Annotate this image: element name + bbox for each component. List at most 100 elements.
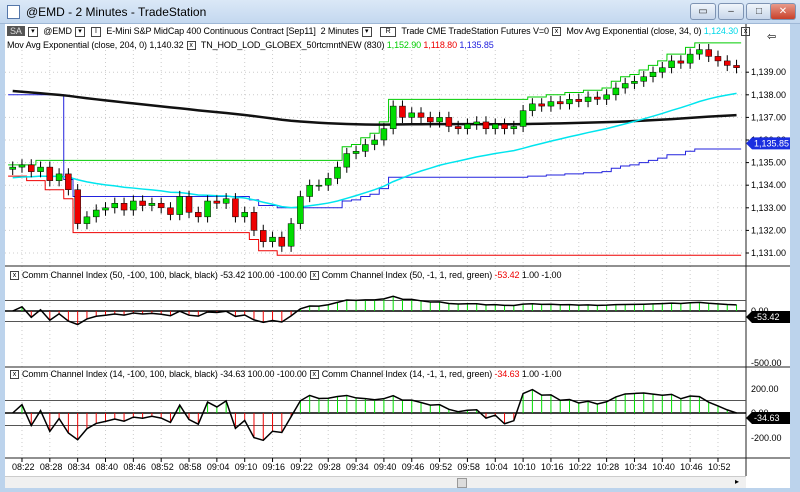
candle-body <box>677 60 685 64</box>
cci1-histogram-value: -53.42 <box>494 270 520 280</box>
remove-indicator-icon[interactable]: x <box>186 41 196 51</box>
cci1-histogram-label: Comm Channel Index (50, -1, 1, red, gree… <box>321 270 493 280</box>
candle-body <box>686 53 694 64</box>
candle <box>631 75 638 90</box>
candle-body <box>250 212 258 231</box>
candle <box>306 179 313 203</box>
candle <box>584 91 592 108</box>
candle-body <box>427 117 434 123</box>
time-tick-label: 08:34 <box>68 462 91 472</box>
last-price-marker: 1,135.85 <box>754 138 789 148</box>
time-tick-label: 10:46 <box>680 462 703 472</box>
candle-body <box>352 151 360 154</box>
candle-body <box>148 203 156 206</box>
indicator-legend: Mov Avg Exponential (close, 204, 0) 1,14… <box>7 40 494 51</box>
candle-body <box>529 103 536 111</box>
remove-indicator-icon[interactable]: x <box>551 27 561 37</box>
time-tick-label: 09:22 <box>290 462 313 472</box>
remove-indicator-icon[interactable]: x <box>309 370 319 380</box>
candle <box>195 206 202 223</box>
candle <box>733 59 740 74</box>
candle-body <box>297 196 304 224</box>
remove-indicator-icon[interactable]: x <box>309 271 319 281</box>
candle <box>464 118 471 135</box>
cci2-legend: x Comm Channel Index (14, -100, 100, blac… <box>7 369 561 380</box>
candle <box>28 159 35 178</box>
candle <box>473 116 480 130</box>
cci1-legend: x Comm Channel Index (50, -100, 100, blac… <box>7 270 561 281</box>
candle-body <box>28 164 35 172</box>
candle-body <box>120 203 128 211</box>
horizontal-scrollbar[interactable]: ▸ <box>5 476 746 488</box>
price-tick-label: 1,138.00 <box>751 90 786 100</box>
candle-body <box>176 196 183 215</box>
candle <box>575 93 583 108</box>
ema204-line <box>12 89 737 126</box>
time-tick-label: 08:40 <box>96 462 119 472</box>
candle <box>492 118 499 135</box>
candle-body <box>640 76 647 82</box>
candle <box>287 217 295 252</box>
candle-body <box>362 144 369 152</box>
candle-body <box>204 200 211 218</box>
candle-body <box>130 200 137 211</box>
candle <box>454 120 462 135</box>
scrollbar-thumb[interactable] <box>457 478 467 488</box>
candle-body <box>315 184 323 187</box>
candle-body <box>232 198 239 218</box>
candle <box>130 195 137 216</box>
candle <box>724 55 731 72</box>
panel-toggle-icon[interactable]: ⇦ <box>767 30 776 43</box>
candle-body <box>714 56 722 62</box>
time-tick-label: 10:34 <box>624 462 647 472</box>
candle-body <box>724 60 731 66</box>
remove-indicator-icon[interactable]: x <box>10 370 19 380</box>
candle <box>334 161 341 185</box>
insert-dropdown[interactable]: I <box>90 26 101 37</box>
candle-body <box>668 60 675 68</box>
candle-body <box>278 236 286 247</box>
candle-body <box>547 101 555 107</box>
candle <box>417 107 425 124</box>
candle-body <box>167 207 174 215</box>
cci1-last-marker: -53.42 <box>754 312 780 322</box>
candle <box>55 168 63 187</box>
candle-body <box>510 126 518 129</box>
candle <box>677 55 685 69</box>
lod-value: 1,118.80 <box>423 40 457 50</box>
remove-indicator-icon[interactable]: x <box>741 27 751 37</box>
cci2-histogram-label: Comm Channel Index (14, -1, 1, red, gree… <box>321 369 493 379</box>
candle <box>362 138 369 157</box>
candle-body <box>222 198 230 204</box>
candle-body <box>334 166 341 179</box>
symbol-label[interactable]: @EMD <box>43 26 72 36</box>
candle-body <box>241 212 248 218</box>
price-tick-label: 1,133.00 <box>751 203 786 213</box>
candle <box>389 100 397 135</box>
symbol-description: E-Mini S&P MidCap 400 Continuous Contrac… <box>106 26 316 36</box>
time-tick-label: 09:46 <box>402 462 425 472</box>
time-tick-label: 08:28 <box>40 462 63 472</box>
candle-body <box>324 178 332 186</box>
interval-dropdown[interactable]: ▾ <box>361 26 372 37</box>
candle <box>399 100 406 124</box>
remove-indicator-icon[interactable]: x <box>10 271 19 281</box>
exchange-info: Trade CME TradeStation Futures V=0 <box>401 26 549 36</box>
symbol-toolbar: SA ▾ @EMD ▾ I E-Mini S&P MidCap 400 Continu… <box>7 26 753 37</box>
sa-dropdown[interactable]: ▾ <box>27 26 38 37</box>
candle <box>408 107 415 124</box>
symbol-dropdown[interactable]: ▾ <box>74 26 85 37</box>
hod-value: 1,152.90 <box>386 40 422 50</box>
chart-canvas[interactable]: 1,139.001,138.001,137.001,136.001,135.00… <box>0 0 800 492</box>
r-dropdown[interactable]: R <box>380 26 397 37</box>
candle <box>102 202 109 216</box>
candle-body <box>83 216 91 224</box>
candle-body <box>584 96 592 102</box>
sa-button[interactable]: SA <box>7 26 25 36</box>
price-tick-label: 1,137.00 <box>751 112 786 122</box>
scroll-right-arrow[interactable]: ▸ <box>735 477 739 486</box>
time-tick-label: 08:52 <box>151 462 174 472</box>
interval-label[interactable]: 2 Minutes <box>321 26 359 36</box>
price-tick-label: 1,134.00 <box>751 180 786 190</box>
candle-body <box>408 112 415 118</box>
